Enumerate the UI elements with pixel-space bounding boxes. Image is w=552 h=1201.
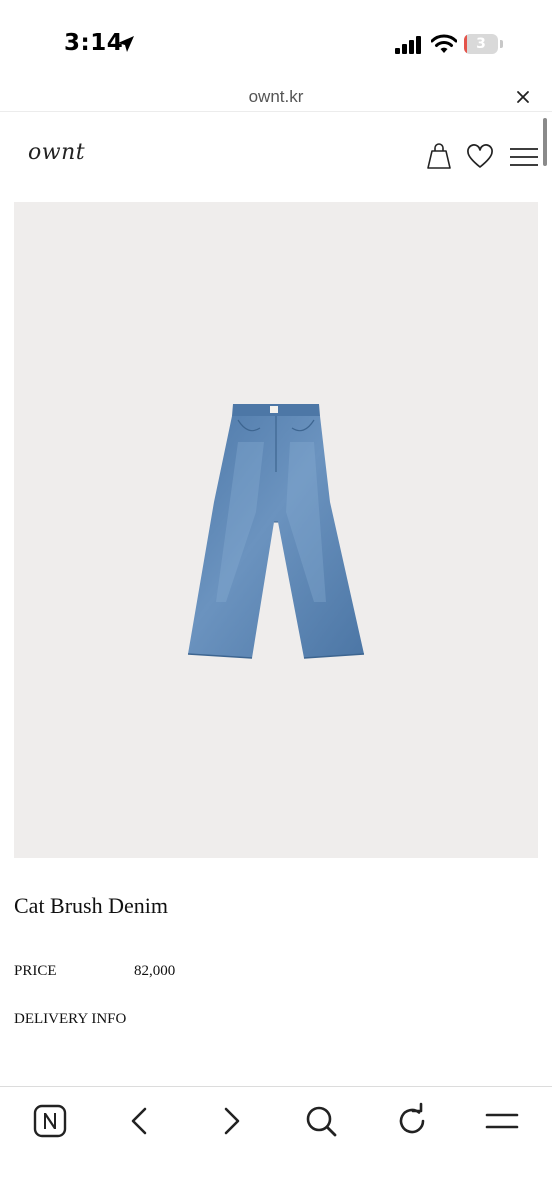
wifi-icon xyxy=(431,34,457,53)
battery-level: 3 xyxy=(476,36,486,52)
forward-arrow-icon[interactable] xyxy=(211,1101,251,1141)
battery-body: 3 xyxy=(464,34,498,54)
menu-icon[interactable] xyxy=(482,1101,522,1141)
url-bar[interactable]: ownt.kr xyxy=(0,80,552,112)
location-arrow-icon xyxy=(118,36,134,52)
price-label: PRICE xyxy=(14,963,57,979)
product-name: Cat Brush Denim xyxy=(14,893,168,918)
bottom-toolbar xyxy=(0,1086,552,1201)
site-logo[interactable]: ownt xyxy=(28,140,85,165)
refresh-icon[interactable] xyxy=(392,1101,432,1141)
hamburger-menu-icon[interactable] xyxy=(509,146,539,168)
battery-icon: 3 xyxy=(464,34,504,54)
back-arrow-icon[interactable] xyxy=(120,1101,160,1141)
close-icon[interactable] xyxy=(512,86,534,108)
status-time: 3:14 xyxy=(64,30,124,56)
product-image[interactable] xyxy=(14,202,538,858)
url-text[interactable]: ownt.kr xyxy=(0,87,552,107)
scrollbar[interactable] xyxy=(543,118,547,166)
url-divider xyxy=(0,111,552,112)
battery-tip xyxy=(500,40,503,48)
status-bar: 3:14 3 xyxy=(0,0,552,80)
denim-jeans-image xyxy=(187,404,365,659)
delivery-info-link[interactable]: DELIVERY INFO xyxy=(14,1011,126,1028)
heart-icon[interactable] xyxy=(466,144,494,170)
cellular-signal-icon xyxy=(395,36,421,54)
search-icon[interactable] xyxy=(301,1101,341,1141)
price-value: 82,000 xyxy=(134,963,176,979)
naver-home-icon[interactable] xyxy=(30,1101,70,1141)
shopping-bag-icon[interactable] xyxy=(425,142,453,170)
